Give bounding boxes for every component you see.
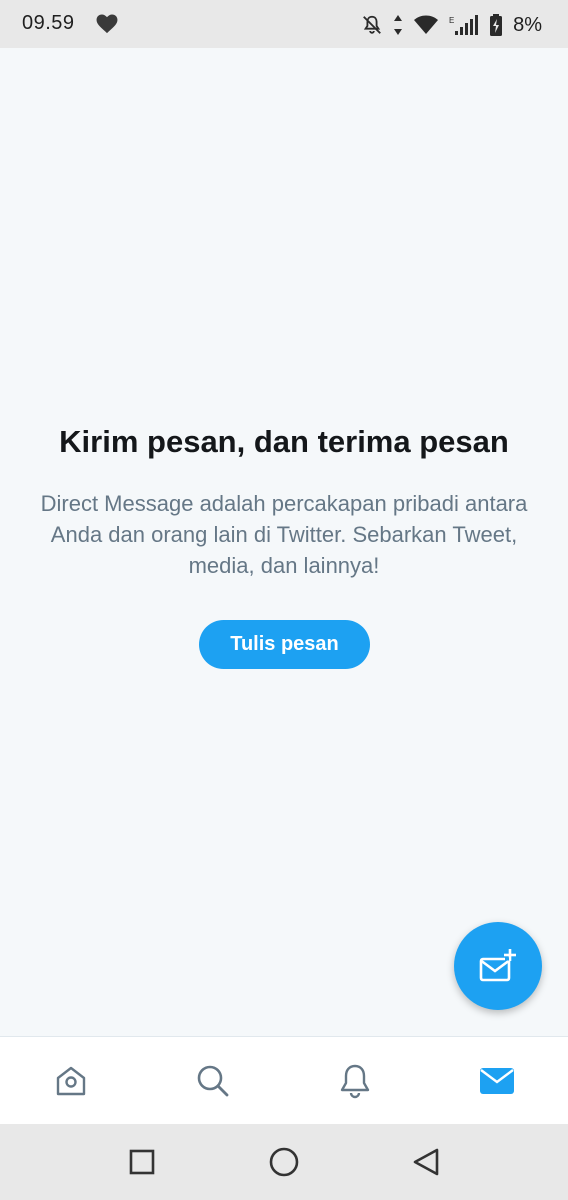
signal-icon: E xyxy=(449,15,479,35)
notifications-off-icon xyxy=(363,15,381,34)
battery-charging-icon xyxy=(490,14,503,36)
recents-button[interactable] xyxy=(102,1124,182,1200)
wifi-icon xyxy=(414,15,439,34)
search-icon xyxy=(197,1065,229,1097)
status-time: 09.59 xyxy=(22,12,75,34)
back-button[interactable] xyxy=(386,1124,466,1200)
system-navigation-bar xyxy=(0,1124,568,1200)
svg-text:E: E xyxy=(449,16,454,25)
new-message-fab[interactable] xyxy=(454,922,542,1010)
nav-notifications[interactable] xyxy=(284,1037,426,1125)
nav-home[interactable] xyxy=(0,1037,142,1125)
data-transfer-icon xyxy=(394,15,403,35)
write-message-button[interactable]: Tulis pesan xyxy=(199,620,370,669)
notifications-icon xyxy=(340,1064,370,1099)
messages-icon xyxy=(480,1068,514,1094)
status-bar: 09.59 E 8% xyxy=(0,0,568,48)
battery-percent: 8% xyxy=(513,13,542,36)
back-icon xyxy=(413,1148,439,1176)
recents-icon xyxy=(129,1149,155,1175)
nav-messages[interactable] xyxy=(426,1037,568,1125)
status-icons: E 8% xyxy=(361,12,542,38)
empty-state-title: Kirim pesan, dan terima pesan xyxy=(59,424,509,459)
home-system-button[interactable] xyxy=(244,1124,324,1200)
empty-state-description: Direct Message adalah percakapan pribadi… xyxy=(40,491,528,578)
nav-search[interactable] xyxy=(142,1037,284,1125)
new-message-icon xyxy=(479,949,516,982)
home-circle-icon xyxy=(269,1147,299,1177)
heart-icon xyxy=(96,14,118,34)
messages-empty-state: Kirim pesan, dan terima pesan Direct Mes… xyxy=(0,48,568,1036)
home-icon xyxy=(56,1066,86,1096)
bottom-navigation xyxy=(0,1036,568,1124)
